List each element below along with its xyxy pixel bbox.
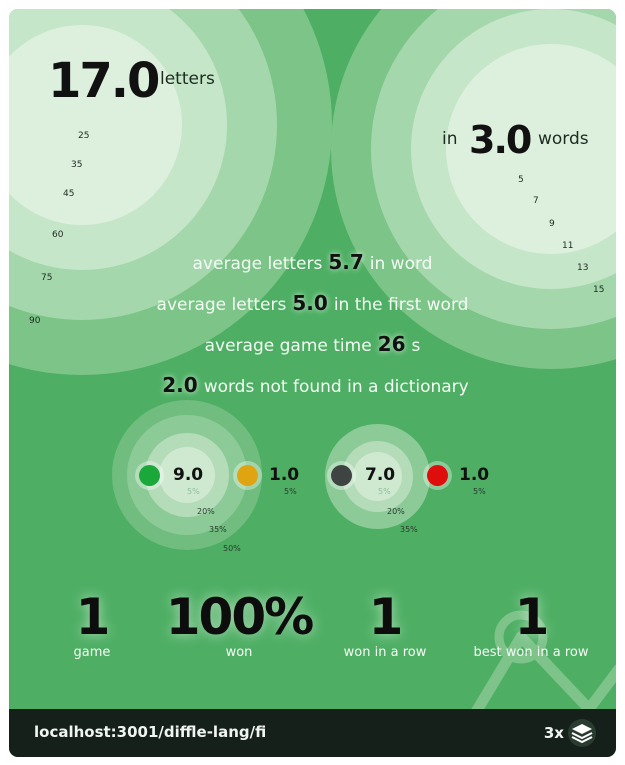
stat-value: 5.0: [292, 291, 328, 315]
letters-tick: 60: [52, 230, 64, 240]
summary-games-value: 1: [75, 588, 111, 646]
summary-won-value: 100%: [165, 588, 314, 646]
pie-right-side-pct: 5%: [473, 487, 486, 496]
zoom-level: 3x: [543, 724, 564, 742]
stat-value: 5.7: [328, 250, 364, 274]
footer-url-link[interactable]: localhost:3001/diffle-lang/fi: [34, 723, 266, 741]
stat-avg-letters-first: average letters 5.0 in the first word: [9, 291, 616, 315]
stat-value: 2.0: [162, 373, 198, 397]
letters-label: letters: [160, 69, 215, 89]
stat-pre: average letters: [156, 295, 287, 315]
letters-tick: 75: [41, 273, 53, 283]
pie-left-tick: 35%: [209, 525, 227, 534]
stat-pre: average game time: [204, 336, 372, 356]
footer-bar: localhost:3001/diffle-lang/fi 3x: [9, 709, 616, 757]
pie-right-tick: 20%: [387, 507, 405, 516]
letters-value: 17.0: [48, 53, 160, 109]
pie-left-tick: 50%: [223, 544, 241, 553]
stat-post: s: [411, 336, 421, 356]
stat-post: words not found in a dictionary: [203, 377, 469, 397]
words-tick: 5: [518, 175, 524, 185]
words-label: words: [538, 129, 589, 149]
pie-right-main-value: 7.0: [365, 465, 396, 485]
summary-games-label: game: [73, 645, 111, 660]
pie-left-tick: 20%: [197, 507, 215, 516]
words-tick: 7: [533, 196, 539, 206]
words-prefix: in: [442, 129, 458, 149]
stat-post: in the first word: [333, 295, 469, 315]
green-dot: [139, 465, 160, 486]
red-dot: [427, 465, 448, 486]
letters-tick: 25: [78, 131, 90, 141]
summary-best-streak-label: best won in a row: [473, 645, 589, 660]
summary-best-streak-value: 1: [514, 588, 550, 646]
stat-words-not-found: 2.0 words not found in a dictionary: [9, 373, 616, 397]
words-tick: 9: [549, 219, 555, 229]
pie-left-side-pct: 5%: [284, 487, 297, 496]
stat-avg-game-time: average game time 26 s: [9, 332, 616, 356]
stat-value: 26: [377, 332, 406, 356]
letters-tick: 35: [71, 160, 83, 170]
pie-right-tick: 5%: [378, 487, 391, 496]
pie-right-tick: 35%: [400, 525, 418, 534]
statistics-card: 17.0 letters 25 35 45 60 75 90 in 3.0 wo…: [9, 9, 616, 757]
yellow-dot: [237, 465, 258, 486]
letters-tick: 90: [29, 316, 41, 326]
letters-tick: 45: [63, 189, 75, 199]
stat-avg-letters-word: average letters 5.7 in word: [9, 250, 616, 274]
summary-won-label: won: [225, 645, 253, 660]
pie-left-main-value: 9.0: [173, 465, 204, 485]
gray-dot: [331, 465, 352, 486]
pie-left-side-value: 1.0: [269, 465, 300, 485]
summary-streak-label: won in a row: [343, 645, 427, 660]
pie-left-tick: 5%: [187, 487, 200, 496]
stat-pre: average letters: [192, 254, 323, 274]
layers-icon[interactable]: [568, 719, 596, 747]
words-value: 3.0: [469, 118, 532, 162]
summary-streak-value: 1: [368, 588, 404, 646]
pie-right-side-value: 1.0: [459, 465, 490, 485]
stat-post: in word: [369, 254, 433, 274]
